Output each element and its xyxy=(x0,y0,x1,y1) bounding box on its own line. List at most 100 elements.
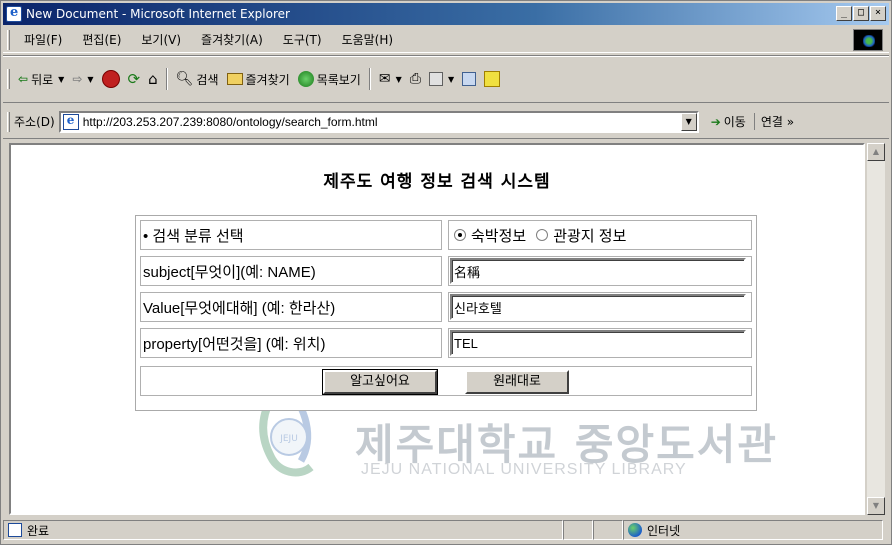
mail-dropdown-icon[interactable]: ▼ xyxy=(396,75,402,84)
home-button[interactable]: ⌂ xyxy=(144,67,162,91)
subject-row: subject[무엇이](예: NAME) xyxy=(140,256,752,286)
back-label: 뒤로 xyxy=(31,72,54,87)
subject-cell xyxy=(448,256,752,286)
browser-window: New Document - Microsoft Internet Explor… xyxy=(0,0,892,545)
menu-bar: 파일(F) 편집(E) 보기(V) 즐겨찾기(A) 도구(T) 도움말(H) xyxy=(3,27,889,53)
search-button[interactable]: 🔍︎ 검색 xyxy=(172,67,223,91)
category-label: • 검색 분류 선택 xyxy=(140,220,442,250)
forward-dropdown-icon[interactable]: ▼ xyxy=(87,75,93,84)
home-icon: ⌂ xyxy=(148,70,158,88)
status-zone: 인터넷 xyxy=(623,520,883,540)
subject-label: subject[무엇이](예: NAME) xyxy=(140,256,442,286)
menu-grip xyxy=(7,29,10,50)
back-arrow-icon: ⇦ xyxy=(18,72,29,86)
stop-button[interactable] xyxy=(98,67,124,91)
menu-help[interactable]: 도움말(H) xyxy=(332,31,404,48)
stop-icon xyxy=(101,70,120,88)
search-form: • 검색 분류 선택 숙박정보 관광지 정보 subject[무엇이](예: N… xyxy=(135,215,757,411)
subject-input[interactable] xyxy=(450,258,746,284)
address-url[interactable]: http://203.253.207.239:8080/ontology/sea… xyxy=(83,115,378,129)
window-controls: _ □ × xyxy=(836,6,886,21)
close-button[interactable]: × xyxy=(870,6,886,21)
go-label: 이동 xyxy=(723,115,746,129)
back-button[interactable]: ⇦ 뒤로 ▼ xyxy=(14,67,68,91)
windows-logo-icon xyxy=(853,29,883,51)
page-title: 제주도 여행 정보 검색 시스템 xyxy=(323,172,551,192)
menu-favorites[interactable]: 즐겨찾기(A) xyxy=(191,31,273,48)
discuss-icon xyxy=(462,72,477,86)
internet-globe-icon xyxy=(628,523,642,537)
menu-view[interactable]: 보기(V) xyxy=(131,31,191,48)
ie-icon xyxy=(6,5,22,22)
address-grip xyxy=(7,111,10,132)
status-panel-progress xyxy=(563,520,593,540)
favorites-label: 즐겨찾기 xyxy=(245,72,290,87)
value-row: Value[무엇에대해] (예: 한라산) xyxy=(140,292,752,322)
discuss-button[interactable] xyxy=(458,67,480,91)
title-bar: New Document - Microsoft Internet Explor… xyxy=(3,3,889,25)
mail-icon: ✉ xyxy=(378,71,391,87)
value-label: Value[무엇에대해] (예: 한라산) xyxy=(140,292,442,322)
minimize-button[interactable]: _ xyxy=(836,6,852,21)
maximize-button[interactable]: □ xyxy=(853,6,869,21)
radio-tourist-spot-label[interactable]: 관광지 정보 xyxy=(553,225,626,246)
value-input[interactable] xyxy=(450,294,746,320)
status-bar: 완료 인터넷 xyxy=(3,517,889,543)
category-options: 숙박정보 관광지 정보 xyxy=(448,220,752,250)
edit-button[interactable]: ▼ xyxy=(425,67,458,91)
edit-dropdown-icon[interactable]: ▼ xyxy=(448,75,454,84)
messenger-button[interactable] xyxy=(480,67,504,91)
page-icon xyxy=(62,113,79,130)
go-button[interactable]: ➔ 이동 xyxy=(711,113,746,130)
status-panel-secure xyxy=(593,520,623,540)
history-button[interactable]: 목록보기 xyxy=(294,67,365,91)
history-icon xyxy=(297,71,314,87)
watermark-library-name: 제주대학교 중앙도서관 xyxy=(355,420,779,469)
forward-arrow-icon: ⇨ xyxy=(72,72,83,86)
forward-button[interactable]: ⇨ ▼ xyxy=(68,67,97,91)
buttons-cell: 알고싶어요 원래대로 xyxy=(140,366,752,396)
status-main: 완료 xyxy=(3,520,563,540)
search-label: 검색 xyxy=(196,72,219,87)
radio-lodging-label[interactable]: 숙박정보 xyxy=(471,225,526,246)
standard-toolbar: ⇦ 뒤로 ▼ ⇨ ▼ ⟳ ⌂ 🔍︎ 검색 즐겨찾기 목록보기 ✉ ▼ ⎙ ▼ xyxy=(3,55,889,103)
watermark-library-subtitle: JEJU NATIONAL UNIVERSITY LIBRARY xyxy=(361,461,687,478)
zone-text: 인터넷 xyxy=(647,523,681,538)
edit-icon xyxy=(428,72,443,86)
scroll-down-icon[interactable]: ▼ xyxy=(867,497,885,515)
property-label: property[어떤것을] (예: 위치) xyxy=(140,328,442,358)
address-input[interactable]: http://203.253.207.239:8080/ontology/sea… xyxy=(58,110,699,133)
go-arrow-icon: ➔ xyxy=(710,114,721,129)
category-row: • 검색 분류 선택 숙박정보 관광지 정보 xyxy=(140,220,752,250)
page-content: 제주도 여행 정보 검색 시스템 JEJU 제주대학교 중앙도서관 JEJU N… xyxy=(9,143,865,515)
window-title: New Document - Microsoft Internet Explor… xyxy=(26,7,290,21)
print-button[interactable]: ⎙ xyxy=(406,67,425,91)
buttons-row: 알고싶어요 원래대로 xyxy=(140,366,752,396)
page-done-icon xyxy=(8,523,22,537)
submit-button[interactable]: 알고싶어요 xyxy=(322,369,438,395)
radio-tourist-spot[interactable] xyxy=(536,229,549,241)
value-cell xyxy=(448,292,752,322)
address-label: 주소(D) xyxy=(14,115,55,129)
toolbar-separator xyxy=(165,68,168,90)
print-icon: ⎙ xyxy=(409,71,421,87)
refresh-button[interactable]: ⟳ xyxy=(124,67,145,91)
mail-button[interactable]: ✉ ▼ xyxy=(375,67,406,91)
menu-file[interactable]: 파일(F) xyxy=(14,31,72,48)
back-dropdown-icon[interactable]: ▼ xyxy=(58,75,64,84)
vertical-scrollbar[interactable]: ▲ ▼ xyxy=(867,143,885,515)
menu-tools[interactable]: 도구(T) xyxy=(273,31,332,48)
property-row: property[어떤것을] (예: 위치) xyxy=(140,328,752,358)
links-button[interactable]: 연결 » xyxy=(753,113,794,130)
scroll-up-icon[interactable]: ▲ xyxy=(867,143,885,161)
menu-edit[interactable]: 편집(E) xyxy=(72,31,131,48)
toolbar-separator xyxy=(368,68,371,90)
address-dropdown-icon[interactable]: ▼ xyxy=(680,112,697,131)
radio-lodging[interactable] xyxy=(454,229,466,241)
property-input[interactable] xyxy=(450,330,746,356)
reset-button[interactable]: 원래대로 xyxy=(465,370,569,394)
refresh-icon: ⟳ xyxy=(127,70,141,88)
status-text: 완료 xyxy=(27,523,50,538)
favorites-button[interactable]: 즐겨찾기 xyxy=(223,67,294,91)
address-bar: 주소(D) http://203.253.207.239:8080/ontolo… xyxy=(3,105,889,139)
